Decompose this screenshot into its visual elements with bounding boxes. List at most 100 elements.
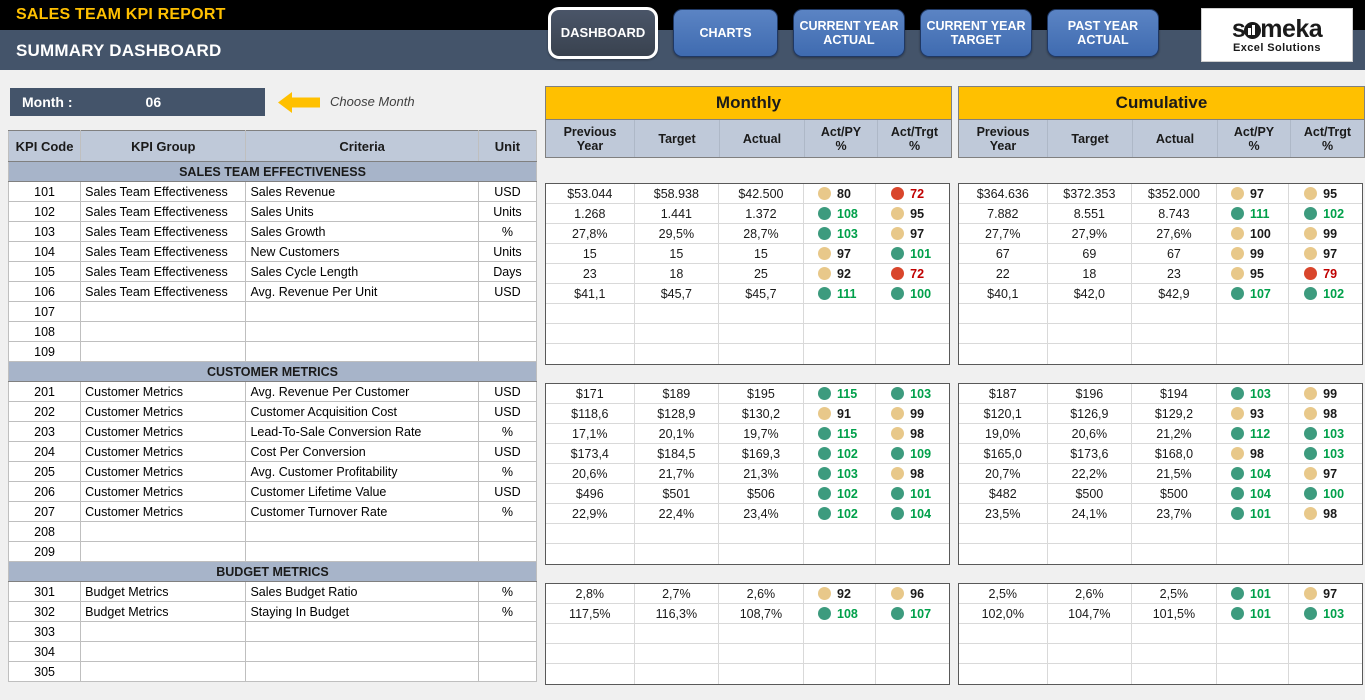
table-row[interactable]: 103Sales Team EffectivenessSales Growth% xyxy=(9,222,537,242)
table-row[interactable]: 201Customer MetricsAvg. Revenue Per Cust… xyxy=(9,382,537,402)
panel-data-row[interactable]: 22,9%22,4%23,4%102104 xyxy=(546,504,949,524)
table-row[interactable]: 207Customer MetricsCustomer Turnover Rat… xyxy=(9,502,537,522)
panel-data-row[interactable]: 23,5%24,1%23,7%10198 xyxy=(959,504,1362,524)
kpi-unit-cell: USD xyxy=(478,442,536,462)
status-value: 103 xyxy=(1323,607,1347,621)
table-row[interactable]: 206Customer MetricsCustomer Lifetime Val… xyxy=(9,482,537,502)
table-row[interactable]: 105Sales Team EffectivenessSales Cycle L… xyxy=(9,262,537,282)
nav-button-dashboard[interactable]: DASHBOARD xyxy=(548,7,658,59)
panel-data-row[interactable]: 6769679997 xyxy=(959,244,1362,264)
panel-data-row[interactable] xyxy=(959,304,1362,324)
act-py-cell: 103 xyxy=(804,464,877,483)
table-row[interactable]: 106Sales Team EffectivenessAvg. Revenue … xyxy=(9,282,537,302)
panel-data-row[interactable] xyxy=(959,524,1362,544)
act-trgt-cell xyxy=(876,324,949,343)
table-row[interactable]: 209 xyxy=(9,542,537,562)
table-row[interactable]: 303 xyxy=(9,622,537,642)
panel-data-row[interactable]: $40,1$42,0$42,9107102 xyxy=(959,284,1362,304)
panel-data-row[interactable]: $120,1$126,9$129,29398 xyxy=(959,404,1362,424)
panel-data-row[interactable]: $171$189$195115103 xyxy=(546,384,949,404)
nav-button-current-year-actual[interactable]: CURRENT YEAR ACTUAL xyxy=(793,9,905,57)
act-trgt-cell: 97 xyxy=(1289,584,1362,603)
panel-data-row[interactable] xyxy=(546,304,949,324)
kpi-unit-cell xyxy=(478,622,536,642)
value-cell-target xyxy=(635,624,720,643)
kpi-code-cell: 303 xyxy=(9,622,81,642)
panel-data-row[interactable] xyxy=(546,344,949,364)
kpi-unit-cell xyxy=(478,542,536,562)
table-row[interactable]: 204Customer MetricsCost Per ConversionUS… xyxy=(9,442,537,462)
panel-data-row[interactable]: 2218239579 xyxy=(959,264,1362,284)
status-value: 72 xyxy=(910,267,934,281)
table-row[interactable]: 208 xyxy=(9,522,537,542)
table-row[interactable]: 305 xyxy=(9,662,537,682)
table-row[interactable]: 107 xyxy=(9,302,537,322)
table-row[interactable]: 109 xyxy=(9,342,537,362)
panel-data-row[interactable]: $118,6$128,9$130,29199 xyxy=(546,404,949,424)
panel-data-row[interactable] xyxy=(959,344,1362,364)
table-row[interactable]: 304 xyxy=(9,642,537,662)
panel-data-row[interactable] xyxy=(959,324,1362,344)
nav-button-current-year-target[interactable]: CURRENT YEAR TARGET xyxy=(920,9,1032,57)
panel-data-row[interactable]: $364.636$372.353$352.0009795 xyxy=(959,184,1362,204)
panel-data-row[interactable]: 102,0%104,7%101,5%101103 xyxy=(959,604,1362,624)
panel-data-row[interactable]: 27,8%29,5%28,7%10397 xyxy=(546,224,949,244)
panel-data-row[interactable]: 117,5%116,3%108,7%108107 xyxy=(546,604,949,624)
status-green-icon xyxy=(818,507,831,520)
panel-data-row[interactable] xyxy=(546,544,949,564)
month-selector[interactable]: Month : 06 xyxy=(10,88,265,116)
panel-data-row[interactable]: 20,6%21,7%21,3%10398 xyxy=(546,464,949,484)
table-row[interactable]: 101Sales Team EffectivenessSales Revenue… xyxy=(9,182,537,202)
value-cell-actual: 27,6% xyxy=(1132,224,1217,243)
panel-cumulative: CumulativePreviousYearTargetActualAct/PY… xyxy=(958,86,1365,158)
table-row[interactable]: 302Budget MetricsStaying In Budget% xyxy=(9,602,537,622)
panel-data-row[interactable] xyxy=(959,544,1362,564)
table-row[interactable]: 108 xyxy=(9,322,537,342)
table-row[interactable]: 104Sales Team EffectivenessNew Customers… xyxy=(9,242,537,262)
nav-button-past-year-actual[interactable]: PAST YEAR ACTUAL xyxy=(1047,9,1159,57)
panel-data-row[interactable]: $187$196$19410399 xyxy=(959,384,1362,404)
table-row[interactable]: 102Sales Team EffectivenessSales UnitsUn… xyxy=(9,202,537,222)
panel-data-row[interactable] xyxy=(546,664,949,684)
panel-data-row[interactable] xyxy=(959,664,1362,684)
kpi-group-cell: Sales Team Effectiveness xyxy=(81,282,246,302)
kpi-code-cell: 301 xyxy=(9,582,81,602)
status-value: 103 xyxy=(1323,427,1347,441)
panel-data-row[interactable]: 7.8828.5518.743111102 xyxy=(959,204,1362,224)
panel-data-row[interactable]: $496$501$506102101 xyxy=(546,484,949,504)
kpi-criteria-cell: Sales Units xyxy=(246,202,478,222)
panel-data-row[interactable]: 1.2681.4411.37210895 xyxy=(546,204,949,224)
panel-data-row[interactable]: $482$500$500104100 xyxy=(959,484,1362,504)
panel-data-row[interactable]: 2318259272 xyxy=(546,264,949,284)
panel-data-row[interactable]: $165,0$173,6$168,098103 xyxy=(959,444,1362,464)
value-cell-actual xyxy=(719,344,804,364)
status-green-icon xyxy=(818,207,831,220)
panel-data-row[interactable] xyxy=(546,324,949,344)
panel-data-row[interactable] xyxy=(546,624,949,644)
panel-data-row[interactable]: 2,8%2,7%2,6%9296 xyxy=(546,584,949,604)
panel-data-row[interactable] xyxy=(959,644,1362,664)
panel-data-row[interactable]: $173,4$184,5$169,3102109 xyxy=(546,444,949,464)
panel-data-row[interactable] xyxy=(546,644,949,664)
value-cell-target xyxy=(635,664,720,684)
logo-chart-icon xyxy=(1244,22,1261,39)
panel-data-row[interactable]: 27,7%27,9%27,6%10099 xyxy=(959,224,1362,244)
table-row[interactable]: 205Customer MetricsAvg. Customer Profita… xyxy=(9,462,537,482)
month-value[interactable]: 06 xyxy=(146,94,162,110)
panel-data-row[interactable] xyxy=(546,524,949,544)
panel-data-block: $171$189$195115103$118,6$128,9$130,29199… xyxy=(545,383,950,565)
panel-data-row[interactable]: 15151597101 xyxy=(546,244,949,264)
table-row[interactable]: 203Customer MetricsLead-To-Sale Conversi… xyxy=(9,422,537,442)
table-row[interactable]: 301Budget MetricsSales Budget Ratio% xyxy=(9,582,537,602)
panel-data-row[interactable]: 19,0%20,6%21,2%112103 xyxy=(959,424,1362,444)
panel-data-row[interactable] xyxy=(959,624,1362,644)
panel-data-row[interactable]: 2,5%2,6%2,5%10197 xyxy=(959,584,1362,604)
panel-data-row[interactable]: 20,7%22,2%21,5%10497 xyxy=(959,464,1362,484)
panel-data-row[interactable]: $41,1$45,7$45,7111100 xyxy=(546,284,949,304)
panel-data-row[interactable]: 17,1%20,1%19,7%11598 xyxy=(546,424,949,444)
nav-button-charts[interactable]: CHARTS xyxy=(673,9,778,57)
value-cell-target: 24,1% xyxy=(1048,504,1133,523)
value-cell-target: 21,7% xyxy=(635,464,720,483)
panel-data-row[interactable]: $53.044$58.938$42.5008072 xyxy=(546,184,949,204)
table-row[interactable]: 202Customer MetricsCustomer Acquisition … xyxy=(9,402,537,422)
